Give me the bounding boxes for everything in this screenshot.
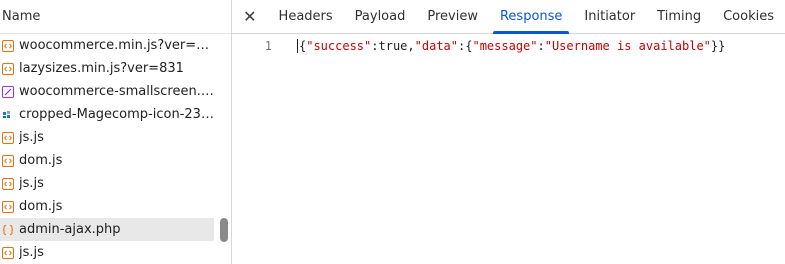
text-caret	[297, 39, 298, 53]
json-token: :	[537, 39, 545, 53]
css-icon	[2, 85, 14, 98]
request-row[interactable]: cropped-Magecomp-icon-231...	[0, 103, 214, 126]
json-token: true	[378, 39, 408, 53]
js-icon	[2, 154, 14, 167]
detail-pane: ✕ Headers Payload Preview Response Initiator…	[232, 0, 785, 264]
request-name: js.js	[19, 245, 44, 260]
tab-preview[interactable]: Preview	[416, 0, 489, 33]
tab-payload[interactable]: Payload	[344, 0, 417, 33]
request-row[interactable]: woocommerce.min.js?ver=10....	[0, 34, 214, 57]
request-name: woocommerce.min.js?ver=10....	[19, 38, 214, 53]
code-line: 1 {"success":true,"data":{"message":"Use…	[232, 34, 785, 58]
js-icon	[2, 62, 14, 75]
request-name: js.js	[19, 130, 44, 145]
xhr-icon	[2, 224, 14, 236]
response-viewer[interactable]: 1 {"success":true,"data":{"message":"Use…	[232, 34, 785, 264]
request-row[interactable]: js.js	[0, 172, 214, 195]
tab-timing[interactable]: Timing	[646, 0, 712, 33]
json-token: "data"	[414, 39, 458, 53]
request-name: lazysizes.min.js?ver=831	[19, 61, 184, 76]
image-icon	[2, 109, 14, 121]
request-list: woocommerce.min.js?ver=10.... lazysizes.m…	[0, 34, 231, 264]
request-name: js.js	[19, 176, 44, 191]
json-token: ,	[407, 39, 415, 53]
request-name: dom.js	[19, 153, 63, 168]
tab-response[interactable]: Response	[489, 0, 573, 34]
tab-initiator[interactable]: Initiator	[573, 0, 646, 33]
request-name: dom.js	[19, 199, 63, 214]
request-row[interactable]: lazysizes.min.js?ver=831	[0, 57, 214, 80]
tab-headers[interactable]: Headers	[268, 0, 344, 33]
request-row[interactable]: dom.js	[0, 195, 214, 218]
request-list-pane: Name woocommerce.min.js?ver=10.... lazysi…	[0, 0, 232, 264]
js-icon	[2, 246, 14, 259]
request-row[interactable]: js.js	[0, 126, 214, 149]
json-token: "Username is available"	[544, 39, 711, 53]
request-name: woocommerce-smallscreen.cs...	[19, 84, 214, 99]
request-name: cropped-Magecomp-icon-231...	[19, 107, 214, 122]
json-token: :	[371, 39, 379, 53]
scrollbar-thumb[interactable]	[220, 218, 228, 242]
request-row[interactable]: js.js	[0, 241, 214, 264]
json-token: "success"	[306, 39, 372, 53]
request-row[interactable]: woocommerce-smallscreen.cs...	[0, 80, 214, 103]
request-name: admin-ajax.php	[19, 222, 121, 237]
name-column-header[interactable]: Name	[0, 0, 231, 34]
response-json[interactable]: {"success":true,"data":{"message":"Usern…	[299, 39, 725, 53]
json-token: }}	[710, 39, 726, 53]
line-number: 1	[264, 39, 272, 53]
request-row[interactable]: admin-ajax.php	[0, 218, 214, 241]
detail-tab-bar: ✕ Headers Payload Preview Response Initiator…	[232, 0, 785, 34]
json-token: "message"	[472, 39, 538, 53]
js-icon	[2, 177, 14, 190]
js-icon	[2, 131, 14, 144]
js-icon	[2, 39, 14, 52]
request-row[interactable]: dom.js	[0, 149, 214, 172]
js-icon	[2, 200, 14, 213]
close-icon[interactable]: ✕	[232, 0, 268, 33]
tab-cookies[interactable]: Cookies	[712, 0, 785, 33]
